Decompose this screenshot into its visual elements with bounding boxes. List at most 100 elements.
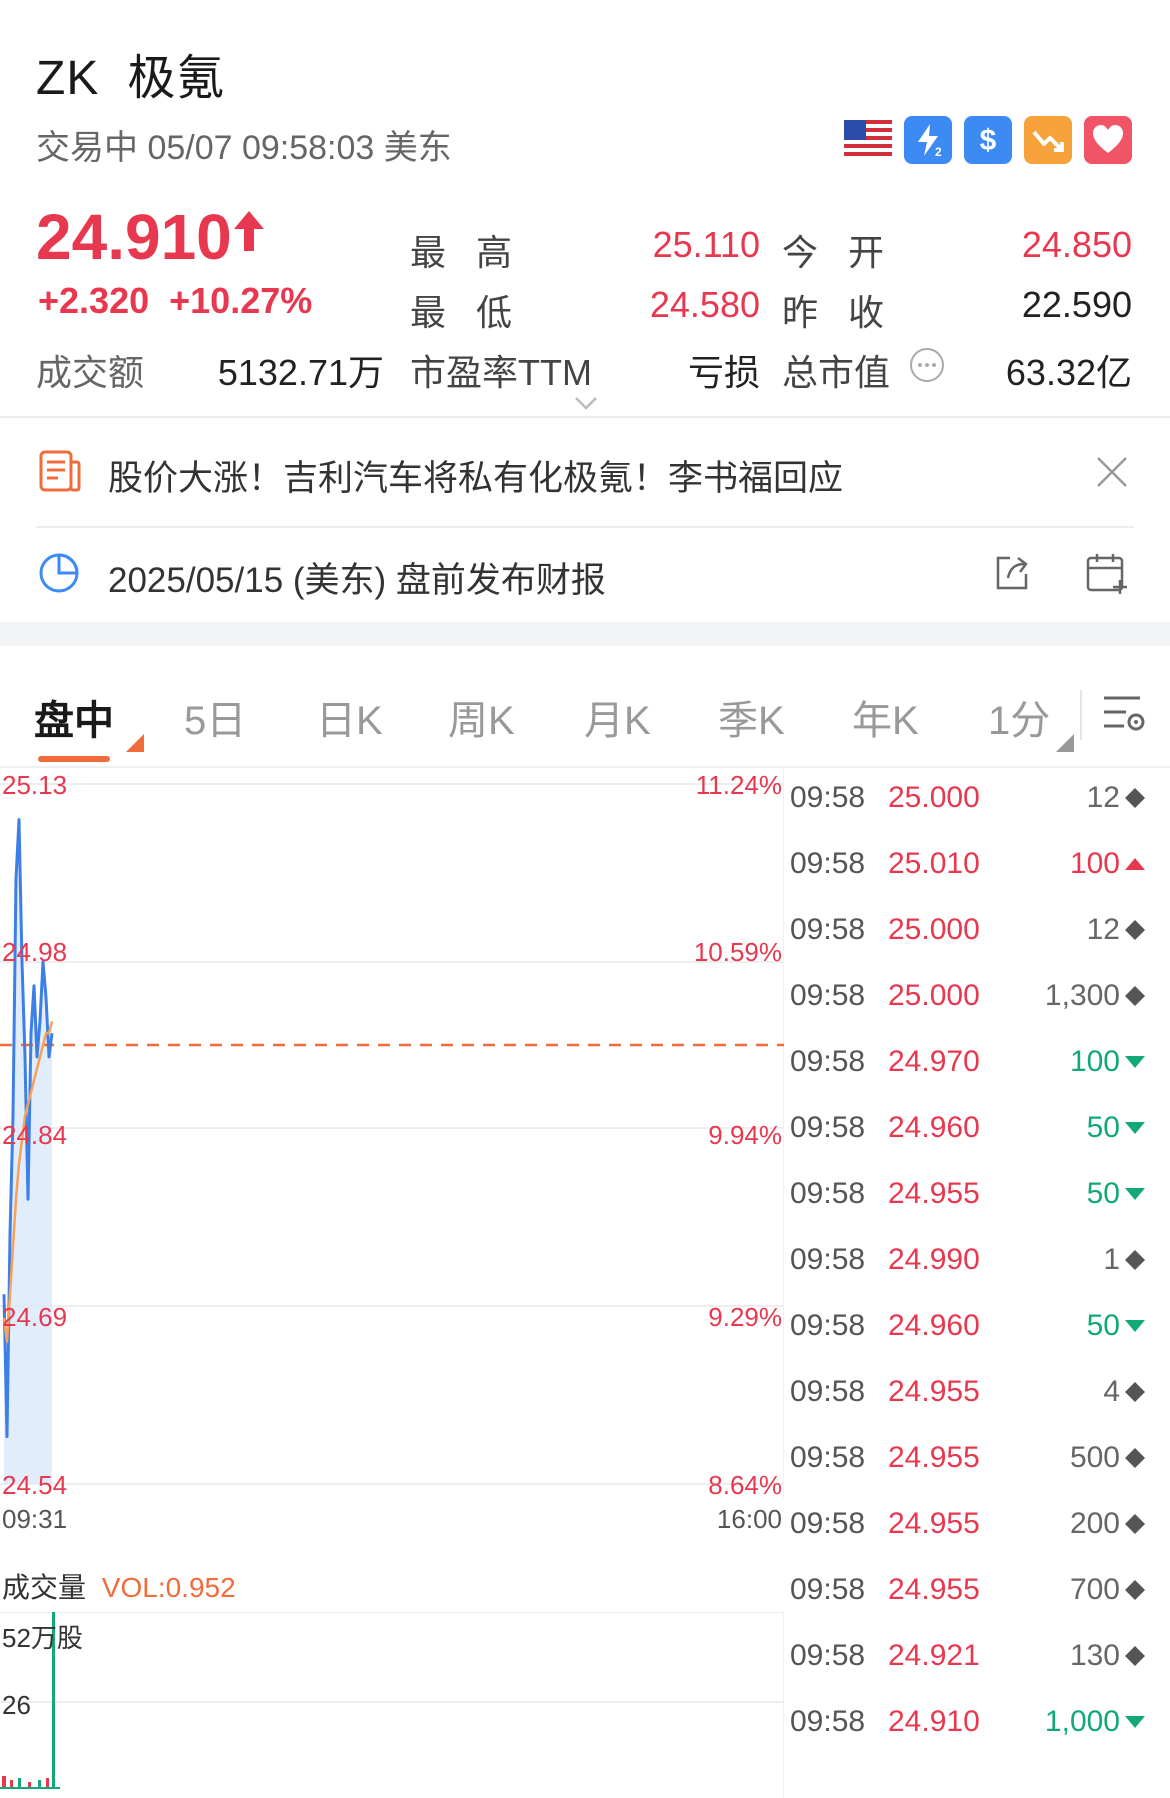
trade-volume: 12 <box>1086 781 1120 814</box>
stock-title: ZK 极氪 <box>36 38 225 108</box>
tab-month-k[interactable]: 月K <box>584 688 651 746</box>
tab-1min[interactable]: 1分 <box>988 688 1050 746</box>
neutral-diamond-icon <box>1120 1249 1150 1271</box>
y-axis-pct-label: 11.24% <box>695 770 782 800</box>
news-headline[interactable]: 股价大涨！吉利汽车将私有化极氪！李书福回应 <box>108 450 843 501</box>
trade-time: 09:58 <box>790 1705 866 1738</box>
tab-dropdown-triangle-icon <box>1056 734 1074 757</box>
sell-down-triangle-icon <box>1120 1055 1150 1069</box>
trade-row: 09:58 24.960 50 <box>790 1293 1150 1359</box>
trend-down-icon[interactable] <box>1024 116 1072 164</box>
trade-price: 24.955 <box>888 1177 980 1210</box>
trade-time: 09:58 <box>790 913 866 946</box>
value-mktcap: 63.32亿 <box>1005 352 1132 393</box>
trade-time: 09:58 <box>790 1441 866 1474</box>
volume-bar <box>46 1778 49 1788</box>
trade-price: 24.990 <box>888 1243 980 1276</box>
stock-name: 极氪 <box>127 52 226 105</box>
tab-dropdown-triangle-icon <box>126 734 144 757</box>
arrow-up-icon <box>233 211 264 251</box>
value-turnover: 5132.71万 <box>217 352 384 393</box>
chart-settings-icon[interactable] <box>1100 690 1148 741</box>
expand-chevron-icon[interactable] <box>572 394 600 417</box>
tab-day-k[interactable]: 日K <box>316 688 383 746</box>
trade-volume: 100 <box>1069 1045 1120 1078</box>
trade-volume: 100 <box>1069 847 1120 880</box>
trade-row: 09:58 24.955 500 <box>790 1425 1150 1491</box>
neutral-diamond-icon <box>1120 1645 1150 1667</box>
buy-up-triangle-icon <box>1120 857 1150 871</box>
svg-text:2: 2 <box>935 145 942 159</box>
trade-price: 24.960 <box>888 1309 980 1342</box>
trade-volume: 700 <box>1069 1573 1120 1606</box>
label-prev-close: 昨收 <box>782 292 915 333</box>
label-turnover: 成交额 <box>36 352 145 393</box>
trade-price: 25.010 <box>888 847 980 880</box>
more-info-icon[interactable] <box>908 346 946 389</box>
y-axis-pct-label: 8.64% <box>708 1470 782 1500</box>
trade-volume: 200 <box>1069 1507 1120 1540</box>
trade-volume: 1,000 <box>1044 1705 1120 1738</box>
trade-volume: 12 <box>1086 913 1120 946</box>
trade-time: 09:58 <box>790 781 866 814</box>
trade-price: 24.955 <box>888 1375 980 1408</box>
volume-label: 成交量 <box>2 1572 87 1603</box>
value-high: 25.110 <box>652 224 760 265</box>
trade-volume: 130 <box>1069 1639 1120 1672</box>
trade-volume: 1,300 <box>1044 979 1120 1012</box>
sell-down-triangle-icon <box>1120 1121 1150 1135</box>
trade-row: 09:58 24.960 50 <box>790 1095 1150 1161</box>
favorite-heart-icon[interactable] <box>1084 116 1132 164</box>
trade-price: 24.921 <box>888 1639 980 1672</box>
trade-row: 09:58 25.000 12 <box>790 765 1150 831</box>
tab-week-k[interactable]: 周K <box>448 688 515 746</box>
earnings-date[interactable]: 2025/05/15 (美东) 盘前发布财报 <box>108 552 606 603</box>
price-value: 24.910 <box>36 201 232 273</box>
trade-price: 25.000 <box>888 979 980 1012</box>
value-low: 24.580 <box>649 284 760 325</box>
close-icon[interactable] <box>1094 454 1130 495</box>
change-abs: +2.320 <box>38 280 150 321</box>
tab-5day[interactable]: 5日 <box>184 688 246 746</box>
trade-volume: 50 <box>1086 1177 1120 1210</box>
trade-price: 25.000 <box>888 781 980 814</box>
label-pe: 市盈率TTM <box>410 352 592 393</box>
sell-down-triangle-icon <box>1120 1187 1150 1201</box>
svg-text:$: $ <box>980 124 997 157</box>
neutral-diamond-icon <box>1120 919 1150 941</box>
section-separator <box>0 622 1170 646</box>
share-icon[interactable] <box>990 550 1034 599</box>
volume-axis-top: 52万股 <box>2 1623 83 1653</box>
trade-row: 09:58 24.955 50 <box>790 1161 1150 1227</box>
trade-volume: 50 <box>1086 1111 1120 1144</box>
neutral-diamond-icon <box>1120 985 1150 1007</box>
trading-status: 交易中 05/07 09:58:03 美东 <box>36 129 452 167</box>
volume-header: 成交量 VOL:0.952 <box>2 1566 236 1606</box>
trade-price: 24.970 <box>888 1045 980 1078</box>
tab-intraday[interactable]: 盘中 <box>34 688 114 746</box>
tab-year-k[interactable]: 年K <box>852 688 919 746</box>
tab-divider <box>1080 690 1082 740</box>
value-open: 24.850 <box>1021 224 1132 265</box>
dollar-icon[interactable]: $ <box>964 116 1012 164</box>
neutral-diamond-icon <box>1120 1513 1150 1535</box>
volume-chart[interactable] <box>0 1612 784 1798</box>
value-prev-close: 22.590 <box>1021 284 1132 325</box>
us-flag-icon[interactable] <box>844 116 892 164</box>
tab-quarter-k[interactable]: 季K <box>718 688 785 746</box>
stock-symbol: ZK <box>36 52 100 105</box>
lightning-level2-icon[interactable]: 2 <box>904 116 952 164</box>
trade-row: 09:58 24.955 4 <box>790 1359 1150 1425</box>
trade-time: 09:58 <box>790 1045 866 1078</box>
trade-row: 09:58 24.990 1 <box>790 1227 1150 1293</box>
add-calendar-icon[interactable] <box>1084 550 1130 601</box>
volume-axis-mid: 26 <box>2 1690 31 1720</box>
trade-time: 09:58 <box>790 847 866 880</box>
trade-time: 09:58 <box>790 1309 866 1342</box>
clock-icon <box>36 550 82 601</box>
trade-price: 25.000 <box>888 913 980 946</box>
trade-price: 24.955 <box>888 1573 980 1606</box>
trade-price: 24.955 <box>888 1441 980 1474</box>
badge-row: 2 $ <box>844 116 1132 164</box>
trade-time: 09:58 <box>790 1111 866 1144</box>
